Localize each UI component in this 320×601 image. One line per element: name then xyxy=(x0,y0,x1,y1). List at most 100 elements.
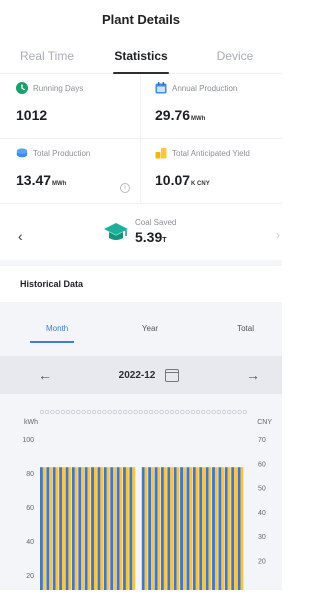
tab-month[interactable]: Month xyxy=(16,324,115,343)
bar-chart: kWh CNY 20 40 60 80 100 20 30 40 50 60 70 xyxy=(22,409,272,590)
bar-kwh xyxy=(65,467,69,590)
bar-kwh xyxy=(237,467,241,590)
legend-dot xyxy=(55,409,60,415)
tab-total[interactable]: Total xyxy=(185,324,266,333)
bar-cny xyxy=(234,467,238,590)
annual-production-unit: MWh xyxy=(191,116,206,122)
legend-dot xyxy=(242,409,247,415)
legend-dot xyxy=(206,409,211,415)
bar-kwh xyxy=(218,467,222,590)
total-production-label: Total Production xyxy=(33,149,91,158)
legend-dot xyxy=(133,409,138,415)
bar-kwh xyxy=(78,467,82,590)
bar-kwh xyxy=(173,467,177,590)
bar-kwh xyxy=(148,467,152,590)
legend-dot xyxy=(76,409,81,415)
top-bar: Plant Details xyxy=(0,0,282,38)
y-right-tick: 40 xyxy=(258,510,266,517)
bar-kwh xyxy=(110,467,114,590)
legend-dot xyxy=(39,409,45,415)
legend-dot xyxy=(175,409,180,415)
next-month-button[interactable]: → xyxy=(246,367,260,383)
coal-saved-value: 5.39 xyxy=(135,229,163,245)
calendar-picker-icon[interactable] xyxy=(165,368,180,382)
bar-kwh xyxy=(192,467,196,590)
carousel-next-button[interactable]: › xyxy=(276,228,280,242)
bar-kwh xyxy=(52,467,56,590)
bar-kwh xyxy=(129,467,133,590)
bar-cny xyxy=(227,467,231,590)
stat-total-production: Total Production 13.47 MWh i xyxy=(0,139,141,204)
bar-cny xyxy=(119,467,123,590)
bar-kwh xyxy=(84,467,88,590)
legend-dot xyxy=(91,409,97,415)
legend-dot xyxy=(86,409,91,415)
bar-kwh xyxy=(141,467,145,590)
bar-kwh xyxy=(123,467,126,590)
info-icon[interactable]: i xyxy=(120,183,130,193)
y-right-tick: 50 xyxy=(258,486,266,493)
y-right-tick: 30 xyxy=(258,534,266,541)
coal-saved-unit: T xyxy=(162,237,167,244)
historical-chart: kWh CNY 20 40 60 80 100 20 30 40 50 60 70 xyxy=(0,400,282,590)
date-selector: ← 2022-12 → xyxy=(0,356,282,394)
y-right-tick: 70 xyxy=(258,437,266,444)
carousel-prev-button[interactable]: ‹ xyxy=(18,228,23,244)
bar-cny xyxy=(106,467,110,590)
bar-kwh xyxy=(59,467,63,590)
anticipated-yield-unit: K CNY xyxy=(191,181,210,187)
coal-saved-label: Coal Saved xyxy=(135,218,177,227)
y-left-tick: 100 xyxy=(22,437,34,444)
legend-dot xyxy=(117,409,123,415)
legend-dot xyxy=(169,409,175,415)
legend-dot xyxy=(138,409,143,415)
calendar-icon xyxy=(155,82,167,94)
bar-kwh xyxy=(224,467,228,590)
bar-cny xyxy=(195,467,199,590)
bar-cny xyxy=(74,467,78,590)
legend-dot xyxy=(195,409,201,415)
bar-cny xyxy=(240,467,244,590)
legend-dot xyxy=(123,409,128,415)
bar-kwh xyxy=(91,467,94,590)
bar-kwh xyxy=(199,467,203,590)
bar-cny xyxy=(157,467,161,590)
tab-device[interactable]: Device xyxy=(188,38,282,73)
legend-dot xyxy=(71,409,76,415)
legend-dot xyxy=(185,409,190,415)
bar-cny xyxy=(49,467,53,590)
legend-dot xyxy=(65,409,71,415)
legend-dot xyxy=(45,409,50,415)
bar-cny xyxy=(62,467,65,590)
y-right-tick: 60 xyxy=(258,461,266,468)
prev-month-button[interactable]: ← xyxy=(38,367,52,383)
historical-data-title: Historical Data xyxy=(0,266,282,302)
bar-cny xyxy=(81,467,85,590)
stats-grid: Running Days 1012 Annual Production 29.7… xyxy=(0,74,282,204)
bar-cny xyxy=(214,467,218,590)
stat-running-days: Running Days 1012 xyxy=(0,74,141,139)
y-right-unit: CNY xyxy=(257,419,272,426)
tab-year[interactable]: Year xyxy=(115,324,184,333)
legend-dot xyxy=(107,409,112,415)
bar-cny xyxy=(42,467,46,590)
bar-kwh xyxy=(154,467,158,590)
running-days-value: 1012 xyxy=(16,107,48,123)
y-right-tick: 20 xyxy=(258,558,266,565)
clock-icon xyxy=(16,82,28,94)
bar-cny xyxy=(100,467,104,590)
bar-cny xyxy=(221,467,225,590)
y-left-unit: kWh xyxy=(24,419,38,426)
tab-real-time[interactable]: Real Time xyxy=(0,38,94,73)
bar-kwh xyxy=(167,467,171,590)
bar-cny xyxy=(202,467,206,590)
stack-icon xyxy=(16,148,28,158)
bar-cny xyxy=(151,467,154,590)
bar-cny xyxy=(87,467,91,590)
legend-dot xyxy=(211,409,216,415)
bar-kwh xyxy=(160,467,164,590)
tab-statistics[interactable]: Statistics xyxy=(94,38,188,74)
anticipated-yield-label: Total Anticipated Yield xyxy=(172,149,250,158)
bar-cny xyxy=(125,467,129,590)
legend-dot xyxy=(97,409,102,415)
